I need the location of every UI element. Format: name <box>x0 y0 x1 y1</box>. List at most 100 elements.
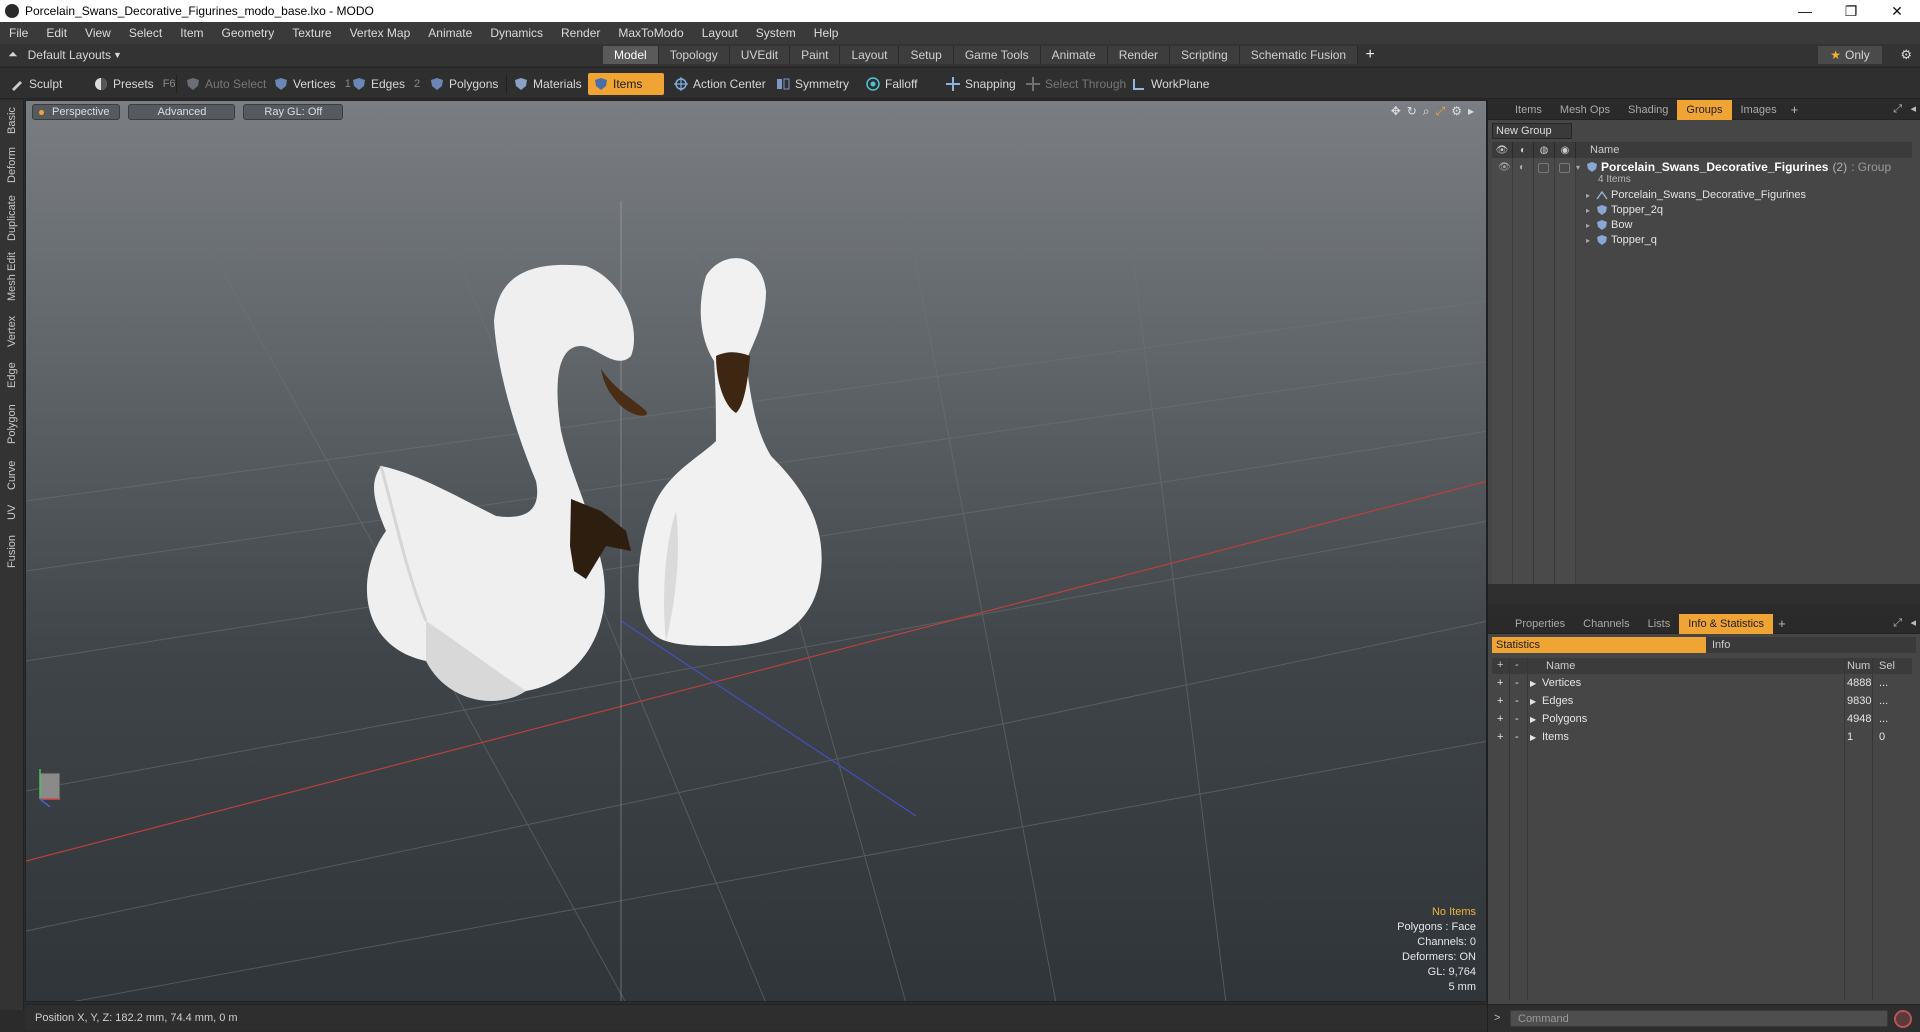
group-child-row[interactable]: ▸ Porcelain_Swans_Decorative_Figurines <box>1586 189 1920 201</box>
polygons-button[interactable]: Polygons <box>424 73 504 95</box>
presets-button[interactable]: Presets F6 <box>88 73 182 95</box>
right-swan-figurine[interactable] <box>638 258 822 646</box>
add-tab-button[interactable]: + <box>1358 46 1382 64</box>
select-icon[interactable]: ◉ <box>1555 142 1576 158</box>
expand-arrow-icon[interactable]: ▸ <box>1468 104 1474 119</box>
tab-images[interactable]: Images <box>1732 100 1786 120</box>
tab-uvedit[interactable]: UVEdit <box>729 46 791 64</box>
tab-basic[interactable]: Basic <box>3 104 21 138</box>
sculpt-button[interactable]: Sculpt <box>4 73 68 95</box>
add-icon[interactable]: + <box>1497 713 1503 725</box>
remove-icon[interactable]: - <box>1515 713 1519 725</box>
add-icon[interactable]: + <box>1497 677 1503 689</box>
lock-icon[interactable]: ◍ <box>1534 142 1555 158</box>
group-lock-checkbox[interactable] <box>1538 163 1549 173</box>
expand-arrow-icon[interactable]: ▸ <box>1586 206 1596 215</box>
panel-menu-icon[interactable]: ◂ <box>1910 616 1916 629</box>
eye-icon[interactable]: 👁 <box>1492 142 1513 158</box>
materials-button[interactable]: Materials <box>508 73 588 95</box>
tab-paint[interactable]: Paint <box>790 46 841 64</box>
maximize-panel-icon[interactable]: ⤢ <box>1893 617 1902 630</box>
menu-view[interactable]: View <box>76 26 120 40</box>
group-child-row[interactable]: ▸ Bow <box>1586 219 1920 231</box>
only-button[interactable]: ★ Only <box>1818 46 1882 64</box>
gear-icon[interactable]: ⚙ <box>1900 47 1912 63</box>
expand-arrow-icon[interactable]: ▸ <box>1586 236 1596 245</box>
shading-dropdown[interactable]: Advanced <box>128 104 236 120</box>
group-visibility-eye-icon[interactable]: 👁 <box>1498 162 1511 173</box>
raygl-toggle[interactable]: Ray GL: Off <box>243 104 344 120</box>
tab-lists[interactable]: Lists <box>1639 614 1680 634</box>
tab-uv[interactable]: UV <box>3 500 21 524</box>
group-child-row[interactable]: ▸ Topper_2q <box>1586 204 1920 216</box>
menu-item[interactable]: Item <box>171 26 212 40</box>
maximize-button[interactable]: ❐ <box>1828 0 1874 22</box>
tab-mesh-edit[interactable]: Mesh Edit <box>3 250 21 304</box>
add-panel-tab-button[interactable]: + <box>1773 616 1791 631</box>
menu-select[interactable]: Select <box>120 26 171 40</box>
tab-curve[interactable]: Curve <box>3 456 21 494</box>
fit-view-icon[interactable]: ⤢ <box>1436 104 1446 119</box>
menu-system[interactable]: System <box>747 26 805 40</box>
close-button[interactable]: ✕ <box>1874 0 1920 22</box>
collapse-arrow-icon[interactable]: ▾ <box>1576 163 1586 172</box>
maximize-panel-icon[interactable]: ⤢ <box>1893 103 1902 116</box>
tab-deform[interactable]: Deform <box>3 144 21 186</box>
layout-selector[interactable]: ⏶ Default Layouts ▼ <box>8 47 122 62</box>
stat-row-polygons[interactable]: + - ▶ Polygons 4948 ... <box>1492 711 1912 729</box>
viewport-settings-icon[interactable]: ⚙ <box>1451 104 1462 119</box>
add-icon[interactable]: + <box>1497 695 1503 707</box>
snapping-button[interactable]: Snapping <box>940 73 1022 95</box>
menu-maxtomodo[interactable]: MaxToModo <box>609 26 692 40</box>
tab-model[interactable]: Model <box>603 46 659 64</box>
group-child-row[interactable]: ▸ Topper_q <box>1586 234 1920 246</box>
falloff-button[interactable]: Falloff <box>860 73 923 95</box>
rotate-view-icon[interactable]: ↻ <box>1407 104 1417 119</box>
menu-animate[interactable]: Animate <box>419 26 481 40</box>
tab-vertex[interactable]: Vertex <box>3 310 21 352</box>
tab-game-tools[interactable]: Game Tools <box>953 46 1041 64</box>
tab-duplicate[interactable]: Duplicate <box>3 192 21 244</box>
tab-channels[interactable]: Channels <box>1574 614 1638 634</box>
3d-viewport[interactable]: Perspective Advanced Ray GL: Off ✥ ↻ ⌕ ⤢… <box>25 100 1487 1002</box>
add-icon[interactable]: + <box>1497 731 1503 743</box>
command-input[interactable]: Command <box>1510 1010 1888 1027</box>
new-group-button[interactable]: New Group <box>1492 123 1572 139</box>
tab-groups[interactable]: Groups <box>1677 99 1732 120</box>
vertices-button[interactable]: Vertices 1 <box>268 73 357 95</box>
menu-geometry[interactable]: Geometry <box>213 26 284 40</box>
group-select-checkbox[interactable] <box>1559 163 1570 173</box>
stat-row-items[interactable]: + - ▶ Items 1 0 <box>1492 729 1912 747</box>
menu-file[interactable]: File <box>0 26 37 40</box>
group-render-toggle-icon[interactable]: ◐ <box>1519 162 1525 173</box>
tab-shading[interactable]: Shading <box>1619 100 1677 120</box>
action-center-button[interactable]: Action Center <box>668 73 772 95</box>
expand-arrow-icon[interactable]: ▸ <box>1586 191 1596 200</box>
remove-icon[interactable]: - <box>1515 677 1519 689</box>
zoom-view-icon[interactable]: ⌕ <box>1423 104 1430 119</box>
workplane-button[interactable]: WorkPlane <box>1126 73 1215 95</box>
tab-setup[interactable]: Setup <box>899 46 954 64</box>
stat-row-edges[interactable]: + - ▶ Edges 9830 ... <box>1492 693 1912 711</box>
stat-row-vertices[interactable]: + - ▶ Vertices 4888 ... <box>1492 675 1912 693</box>
tab-scripting[interactable]: Scripting <box>1170 46 1240 64</box>
tab-fusion[interactable]: Fusion <box>3 530 21 572</box>
expand-all-icon[interactable]: + <box>1497 659 1503 671</box>
tab-info-statistics[interactable]: Info & Statistics <box>1679 613 1774 634</box>
add-panel-tab-button[interactable]: + <box>1786 102 1804 117</box>
menu-texture[interactable]: Texture <box>283 26 340 40</box>
render-icon[interactable]: ◐ <box>1513 142 1534 158</box>
menu-dynamics[interactable]: Dynamics <box>481 26 552 40</box>
left-swan-figurine[interactable] <box>366 264 647 701</box>
tab-render[interactable]: Render <box>1107 46 1171 64</box>
move-view-icon[interactable]: ✥ <box>1391 104 1401 119</box>
view-mode-dropdown[interactable]: Perspective <box>32 104 121 120</box>
tab-layout[interactable]: Layout <box>840 46 900 64</box>
symmetry-button[interactable]: Symmetry <box>770 73 855 95</box>
menu-help[interactable]: Help <box>805 26 848 40</box>
expand-arrow-icon[interactable]: ▶ <box>1530 715 1536 724</box>
expand-arrow-icon[interactable]: ▶ <box>1530 733 1536 742</box>
items-button[interactable]: Items <box>588 73 664 95</box>
remove-icon[interactable]: - <box>1515 695 1519 707</box>
remove-icon[interactable]: - <box>1515 731 1519 743</box>
